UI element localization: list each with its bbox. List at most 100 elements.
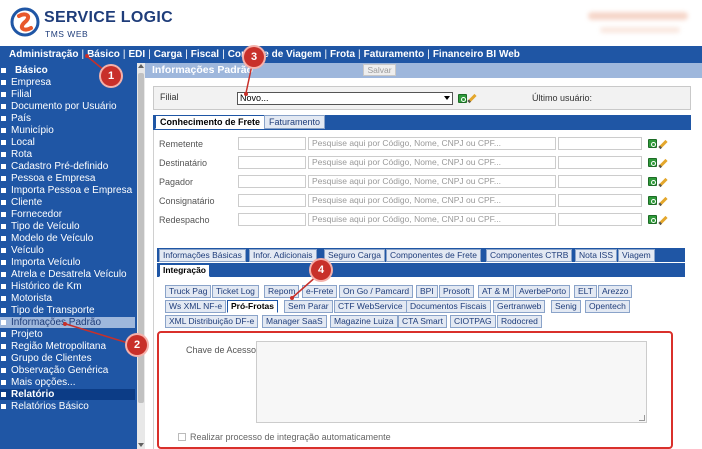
- code-input[interactable]: [238, 194, 306, 207]
- refresh-icon[interactable]: [458, 94, 467, 103]
- sidebar-item-documento-usuario[interactable]: Documento por Usuário: [0, 101, 135, 112]
- extra-input[interactable]: [558, 194, 642, 207]
- sidebar-item-rota[interactable]: Rota: [0, 149, 135, 160]
- edit-pencil-icon[interactable]: [467, 93, 477, 104]
- sidebar-item-relatorios-basico[interactable]: Relatórios Básico: [0, 401, 135, 412]
- tab-arezzo[interactable]: Arezzo: [598, 285, 633, 298]
- menu-edi[interactable]: EDI: [128, 49, 145, 60]
- search-input[interactable]: Pesquise aqui por Código, Nome, CNPJ ou …: [308, 213, 556, 226]
- edit-pencil-icon[interactable]: [658, 139, 668, 150]
- tab-bpi[interactable]: BPI: [416, 285, 438, 298]
- tab-sem-parar[interactable]: Sem Parar: [284, 300, 333, 313]
- sidebar-item-filial[interactable]: Filial: [0, 89, 135, 100]
- tab-ciotpag[interactable]: CIOTPAG: [450, 315, 496, 328]
- menu-controle-viagem[interactable]: Controle de Viagem: [228, 49, 322, 60]
- tab-elt[interactable]: ELT: [574, 285, 597, 298]
- extra-input[interactable]: [558, 137, 642, 150]
- sidebar-item-veiculo[interactable]: Veículo: [0, 245, 135, 256]
- tab-pro-frotas[interactable]: Pró-Frotas: [227, 300, 278, 313]
- tab-infor-adicionais[interactable]: Infor. Adicionais: [249, 249, 317, 262]
- sidebar-scrollbar[interactable]: [137, 63, 145, 449]
- code-input[interactable]: [238, 213, 306, 226]
- sidebar-item-mais-opcoes[interactable]: Mais opções...: [0, 377, 135, 388]
- tab-on-go-pamcard[interactable]: On Go / Pamcard: [339, 285, 414, 298]
- sidebar-item-fornecedor[interactable]: Fornecedor: [0, 209, 135, 220]
- filial-select[interactable]: Novo...: [237, 92, 453, 105]
- tab-faturamento[interactable]: Faturamento: [264, 115, 326, 129]
- auto-integration-checkbox[interactable]: [178, 433, 186, 441]
- menu-basico[interactable]: Básico: [87, 49, 120, 60]
- refresh-icon[interactable]: [648, 177, 657, 186]
- sidebar-item-importa-pessoa[interactable]: Importa Pessoa e Empresa: [0, 185, 135, 196]
- tab-manager-saas[interactable]: Manager SaaS: [262, 315, 327, 328]
- sidebar-item-municipio[interactable]: Município: [0, 125, 135, 136]
- sidebar-item-cliente[interactable]: Cliente: [0, 197, 135, 208]
- tab-seguro-carga[interactable]: Seguro Carga: [324, 249, 385, 262]
- sidebar-section-relatorio[interactable]: Relatório: [0, 389, 135, 400]
- sidebar-item-pessoa-empresa[interactable]: Pessoa e Empresa: [0, 173, 135, 184]
- sidebar-item-tipo-transporte[interactable]: Tipo de Transporte: [0, 305, 135, 316]
- tab-magazine-luiza[interactable]: Magazine Luiza: [330, 315, 398, 328]
- edit-pencil-icon[interactable]: [658, 177, 668, 188]
- search-input[interactable]: Pesquise aqui por Código, Nome, CNPJ ou …: [308, 156, 556, 169]
- tab-xml-distribuicao-dfe[interactable]: XML Distribuição DF-e: [165, 315, 259, 328]
- sidebar-item-motorista[interactable]: Motorista: [0, 293, 135, 304]
- scroll-down-icon[interactable]: [138, 443, 144, 447]
- menu-carga[interactable]: Carga: [154, 49, 182, 60]
- code-input[interactable]: [238, 156, 306, 169]
- tab-truck-pag[interactable]: Truck Pag: [165, 285, 212, 298]
- save-button[interactable]: Salvar: [363, 64, 396, 76]
- tab-ticket-log[interactable]: Ticket Log: [212, 285, 259, 298]
- code-input[interactable]: [238, 175, 306, 188]
- menu-fiscal[interactable]: Fiscal: [191, 49, 219, 60]
- refresh-icon[interactable]: [648, 215, 657, 224]
- tab-repom[interactable]: Repom: [264, 285, 300, 298]
- sidebar-item-importa-veiculo[interactable]: Importa Veículo: [0, 257, 135, 268]
- tab-componentes-ctrb[interactable]: Componentes CTRB: [486, 249, 573, 262]
- sidebar-item-informacoes-padrao[interactable]: Informações Padrão: [0, 317, 135, 328]
- refresh-icon[interactable]: [648, 158, 657, 167]
- sidebar-item-regiao-metropolitana[interactable]: Região Metropolitana: [0, 341, 135, 352]
- edit-pencil-icon[interactable]: [658, 196, 668, 207]
- edit-pencil-icon[interactable]: [658, 158, 668, 169]
- sidebar-item-cadastro-predefinido[interactable]: Cadastro Pré-definido: [0, 161, 135, 172]
- sidebar-item-modelo-veiculo[interactable]: Modelo de Veículo: [0, 233, 135, 244]
- tab-viagem[interactable]: Viagem: [618, 249, 655, 262]
- search-input[interactable]: Pesquise aqui por Código, Nome, CNPJ ou …: [308, 194, 556, 207]
- sidebar-item-projeto[interactable]: Projeto: [0, 329, 135, 340]
- tab-rodocred[interactable]: Rodocred: [497, 315, 542, 328]
- sidebar-item-tipo-veiculo[interactable]: Tipo de Veículo: [0, 221, 135, 232]
- tab-conhecimento-frete[interactable]: Conhecimento de Frete: [155, 115, 266, 129]
- tab-gertranweb[interactable]: Gertranweb: [493, 300, 546, 313]
- refresh-icon[interactable]: [648, 196, 657, 205]
- sidebar-item-observacao-generica[interactable]: Observação Genérica: [0, 365, 135, 376]
- tab-ctf-webservice[interactable]: CTF WebService: [334, 300, 407, 313]
- sidebar-item-historico-km[interactable]: Histórico de Km: [0, 281, 135, 292]
- sidebar-item-local[interactable]: Local: [0, 137, 135, 148]
- tab-integracao[interactable]: Integração: [159, 264, 210, 277]
- sidebar-item-grupo-clientes[interactable]: Grupo de Clientes: [0, 353, 135, 364]
- tab-nota-iss[interactable]: Nota ISS: [575, 249, 618, 262]
- extra-input[interactable]: [558, 175, 642, 188]
- sidebar-item-pais[interactable]: País: [0, 113, 135, 124]
- tab-ws-xml-nfe[interactable]: Ws XML NF-e: [165, 300, 227, 313]
- menu-faturamento[interactable]: Faturamento: [364, 49, 425, 60]
- tab-opentech[interactable]: Opentech: [585, 300, 630, 313]
- menu-financeiro-bi[interactable]: Financeiro BI Web: [433, 49, 520, 60]
- extra-input[interactable]: [558, 156, 642, 169]
- tab-cta-smart[interactable]: CTA Smart: [398, 315, 447, 328]
- access-key-textarea[interactable]: [256, 341, 647, 423]
- code-input[interactable]: [238, 137, 306, 150]
- extra-input[interactable]: [558, 213, 642, 226]
- tab-atm[interactable]: AT & M: [478, 285, 514, 298]
- tab-componentes-frete[interactable]: Componentes de Frete: [386, 249, 481, 262]
- refresh-icon[interactable]: [648, 139, 657, 148]
- tab-averbeporto[interactable]: AverbePorto: [515, 285, 571, 298]
- scroll-up-icon[interactable]: [138, 64, 144, 68]
- menu-administracao[interactable]: Administração: [9, 49, 78, 60]
- sidebar-item-atrela-desatrela[interactable]: Atrela e Desatrela Veículo: [0, 269, 135, 280]
- search-input[interactable]: Pesquise aqui por Código, Nome, CNPJ ou …: [308, 137, 556, 150]
- tab-informacoes-basicas[interactable]: Informações Básicas: [159, 249, 246, 262]
- resize-grip-icon[interactable]: [639, 415, 645, 421]
- tab-prosoft[interactable]: Prosoft: [439, 285, 474, 298]
